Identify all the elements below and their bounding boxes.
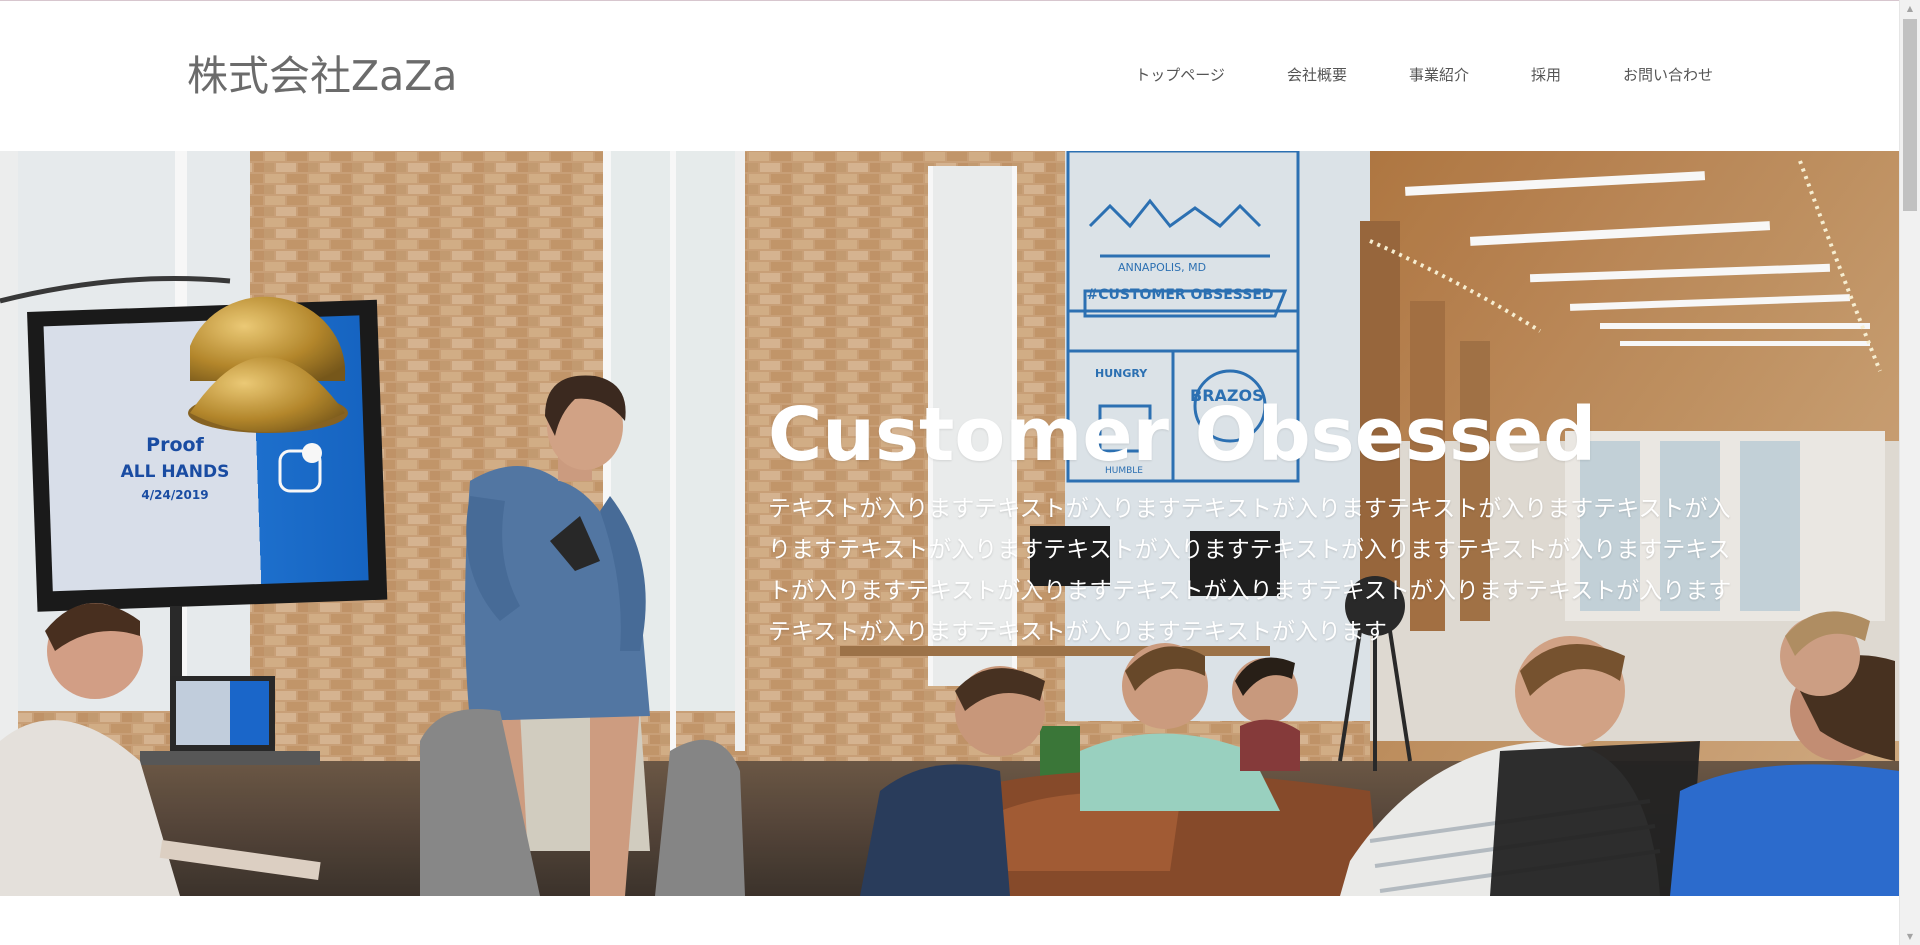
hero-copy: Customer Obsessed テキストが入りますテキストが入りますテキスト… <box>768 389 1758 653</box>
site-header: 株式会社ZaZa トップページ 会社概要 事業紹介 採用 お問い合わせ <box>0 1 1899 151</box>
scroll-up-arrow-icon[interactable]: ▲ <box>1900 0 1920 17</box>
global-nav: トップページ 会社概要 事業紹介 採用 お問い合わせ <box>1135 61 1713 89</box>
site-logo[interactable]: 株式会社ZaZa <box>187 50 457 102</box>
nav-item-top[interactable]: トップページ <box>1135 61 1225 89</box>
nav-item-contact[interactable]: お問い合わせ <box>1623 61 1713 89</box>
nav-item-company[interactable]: 会社概要 <box>1287 61 1347 89</box>
web-page: 株式会社ZaZa トップページ 会社概要 事業紹介 採用 お問い合わせ ANNA… <box>0 0 1899 945</box>
hero-body-text: テキストが入りますテキストが入りますテキストが入りますテキストが入りますテキスト… <box>768 496 1732 645</box>
hero-section: ANNAPOLIS, MD #CUSTOMER OBSESSED HUNGRY … <box>0 151 1899 896</box>
hero-title: Customer Obsessed <box>768 392 1597 478</box>
nav-item-business[interactable]: 事業紹介 <box>1409 61 1469 89</box>
scroll-down-arrow-icon[interactable]: ▼ <box>1900 928 1920 945</box>
scrollbar-thumb[interactable] <box>1903 19 1917 211</box>
vertical-scrollbar[interactable]: ▲ ▼ <box>1899 0 1920 945</box>
nav-item-recruit[interactable]: 採用 <box>1531 61 1561 89</box>
browser-viewport: 株式会社ZaZa トップページ 会社概要 事業紹介 採用 お問い合わせ ANNA… <box>0 0 1920 945</box>
